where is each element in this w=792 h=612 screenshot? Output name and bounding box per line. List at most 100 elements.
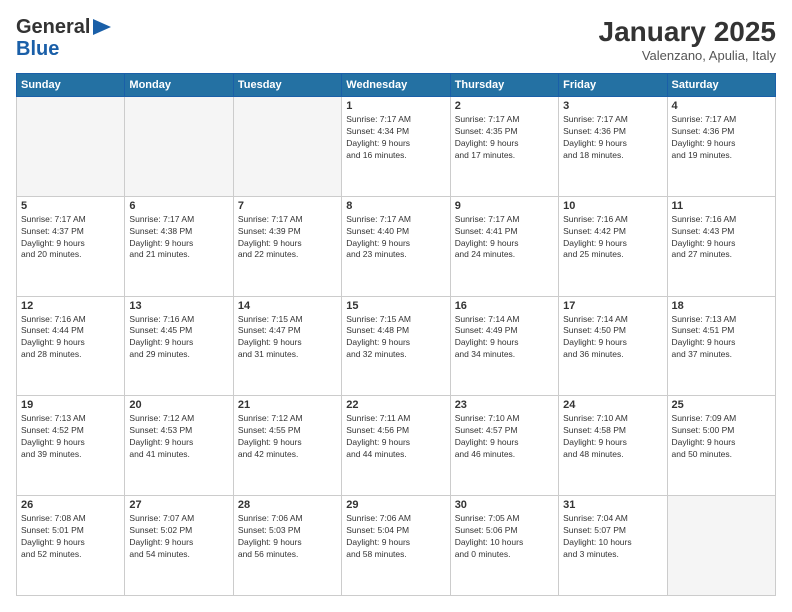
sunset-info: Sunset: 4:38 PM xyxy=(129,226,192,236)
minutes-info: and 42 minutes. xyxy=(238,449,298,459)
minutes-info: and 0 minutes. xyxy=(455,549,511,559)
calendar-cell-w3-d3: 14Sunrise: 7:15 AMSunset: 4:47 PMDayligh… xyxy=(233,296,341,396)
sunrise-info: Sunrise: 7:16 AM xyxy=(563,214,628,224)
sunrise-info: Sunrise: 7:08 AM xyxy=(21,513,86,523)
sunrise-info: Sunrise: 7:14 AM xyxy=(563,314,628,324)
daylight-hours: Daylight: 9 hours xyxy=(21,238,85,248)
day-info: Sunrise: 7:08 AMSunset: 5:01 PMDaylight:… xyxy=(21,513,120,561)
day-number: 3 xyxy=(563,100,662,112)
sunset-info: Sunset: 4:41 PM xyxy=(455,226,518,236)
calendar-cell-w5-d2: 27Sunrise: 7:07 AMSunset: 5:02 PMDayligh… xyxy=(125,496,233,596)
logo-blue-text: Blue xyxy=(16,38,111,60)
day-number: 28 xyxy=(238,499,337,511)
sunset-info: Sunset: 4:55 PM xyxy=(238,425,301,435)
col-monday: Monday xyxy=(125,74,233,97)
day-number: 15 xyxy=(346,300,445,312)
sunset-info: Sunset: 4:45 PM xyxy=(129,325,192,335)
day-info: Sunrise: 7:10 AMSunset: 4:58 PMDaylight:… xyxy=(563,413,662,461)
daylight-hours: Daylight: 9 hours xyxy=(563,138,627,148)
sunrise-info: Sunrise: 7:15 AM xyxy=(238,314,303,324)
calendar-cell-w3-d2: 13Sunrise: 7:16 AMSunset: 4:45 PMDayligh… xyxy=(125,296,233,396)
sunrise-info: Sunrise: 7:06 AM xyxy=(346,513,411,523)
sunrise-info: Sunrise: 7:15 AM xyxy=(346,314,411,324)
minutes-info: and 44 minutes. xyxy=(346,449,406,459)
calendar-cell-w2-d4: 8Sunrise: 7:17 AMSunset: 4:40 PMDaylight… xyxy=(342,196,450,296)
calendar-cell-w3-d6: 17Sunrise: 7:14 AMSunset: 4:50 PMDayligh… xyxy=(559,296,667,396)
calendar-cell-w4-d1: 19Sunrise: 7:13 AMSunset: 4:52 PMDayligh… xyxy=(17,396,125,496)
minutes-info: and 20 minutes. xyxy=(21,249,81,259)
day-info: Sunrise: 7:17 AMSunset: 4:39 PMDaylight:… xyxy=(238,214,337,262)
daylight-hours: Daylight: 9 hours xyxy=(21,437,85,447)
sunrise-info: Sunrise: 7:05 AM xyxy=(455,513,520,523)
calendar-cell-w1-d1 xyxy=(17,97,125,197)
day-number: 24 xyxy=(563,399,662,411)
calendar-cell-w3-d1: 12Sunrise: 7:16 AMSunset: 4:44 PMDayligh… xyxy=(17,296,125,396)
sunset-info: Sunset: 4:34 PM xyxy=(346,126,409,136)
day-info: Sunrise: 7:14 AMSunset: 4:49 PMDaylight:… xyxy=(455,314,554,362)
daylight-hours: Daylight: 9 hours xyxy=(129,537,193,547)
col-sunday: Sunday xyxy=(17,74,125,97)
sunrise-info: Sunrise: 7:11 AM xyxy=(346,413,410,423)
minutes-info: and 52 minutes. xyxy=(21,549,81,559)
col-saturday: Saturday xyxy=(667,74,775,97)
day-number: 8 xyxy=(346,200,445,212)
sunset-info: Sunset: 4:42 PM xyxy=(563,226,626,236)
day-number: 30 xyxy=(455,499,554,511)
day-number: 26 xyxy=(21,499,120,511)
sunset-info: Sunset: 4:56 PM xyxy=(346,425,409,435)
day-info: Sunrise: 7:16 AMSunset: 4:45 PMDaylight:… xyxy=(129,314,228,362)
sunset-info: Sunset: 5:04 PM xyxy=(346,525,409,535)
col-wednesday: Wednesday xyxy=(342,74,450,97)
sunrise-info: Sunrise: 7:17 AM xyxy=(21,214,86,224)
logo-arrow-icon xyxy=(93,19,111,35)
daylight-hours: Daylight: 9 hours xyxy=(129,437,193,447)
minutes-info: and 32 minutes. xyxy=(346,349,406,359)
sunrise-info: Sunrise: 7:07 AM xyxy=(129,513,194,523)
col-friday: Friday xyxy=(559,74,667,97)
day-info: Sunrise: 7:15 AMSunset: 4:47 PMDaylight:… xyxy=(238,314,337,362)
calendar-cell-w2-d7: 11 Sunrise: 7:16 AMSunset: 4:43 PMDayligh… xyxy=(667,196,775,296)
day-number: 11 xyxy=(672,200,771,212)
calendar-cell-w1-d5: 2Sunrise: 7:17 AMSunset: 4:35 PMDaylight… xyxy=(450,97,558,197)
calendar-header-row: Sunday Monday Tuesday Wednesday Thursday… xyxy=(17,74,776,97)
calendar-cell-w4-d6: 24 Sunrise: 7:10 AMSunset: 4:58 PMDayligh… xyxy=(559,396,667,496)
calendar-cell-w3-d7: 18Sunrise: 7:13 AMSunset: 4:51 PMDayligh… xyxy=(667,296,775,396)
sunrise-info: Sunrise: 7:10 AM xyxy=(563,413,628,423)
sunset-info: Sunset: 4:35 PM xyxy=(455,126,518,136)
day-number: 29 xyxy=(346,499,445,511)
daylight-hours: Daylight: 9 hours xyxy=(346,238,410,248)
minutes-info: and 19 minutes. xyxy=(672,150,732,160)
minutes-info: and 23 minutes. xyxy=(346,249,406,259)
day-info: Sunrise: 7:16 AMSunset: 4:43 PMDaylight:… xyxy=(672,214,771,262)
sunset-info: Sunset: 4:36 PM xyxy=(672,126,735,136)
sunset-info: Sunset: 5:07 PM xyxy=(563,525,626,535)
minutes-info: and 28 minutes. xyxy=(21,349,81,359)
daylight-hours: Daylight: 9 hours xyxy=(346,537,410,547)
day-info: Sunrise: 7:13 AMSunset: 4:51 PMDaylight:… xyxy=(672,314,771,362)
calendar-table: Sunday Monday Tuesday Wednesday Thursday… xyxy=(16,73,776,596)
daylight-hours: Daylight: 9 hours xyxy=(672,238,736,248)
sunrise-info: Sunrise: 7:13 AM xyxy=(21,413,86,423)
sunrise-info: Sunrise: 7:17 AM xyxy=(563,114,628,124)
calendar-cell-w2-d2: 6Sunrise: 7:17 AMSunset: 4:38 PMDaylight… xyxy=(125,196,233,296)
sunset-info: Sunset: 4:43 PM xyxy=(672,226,735,236)
sunrise-info: Sunrise: 7:17 AM xyxy=(346,214,411,224)
calendar-cell-w1-d3 xyxy=(233,97,341,197)
sunset-info: Sunset: 4:36 PM xyxy=(563,126,626,136)
day-info: Sunrise: 7:17 AMSunset: 4:38 PMDaylight:… xyxy=(129,214,228,262)
calendar-cell-w5-d7 xyxy=(667,496,775,596)
sunrise-info: Sunrise: 7:06 AM xyxy=(238,513,303,523)
daylight-hours: Daylight: 9 hours xyxy=(563,337,627,347)
day-number: 20 xyxy=(129,399,228,411)
sunrise-info: Sunrise: 7:17 AM xyxy=(455,114,520,124)
col-tuesday: Tuesday xyxy=(233,74,341,97)
day-number: 22 xyxy=(346,399,445,411)
sunrise-info: Sunrise: 7:17 AM xyxy=(672,114,737,124)
day-info: Sunrise: 7:15 AMSunset: 4:48 PMDaylight:… xyxy=(346,314,445,362)
day-number: 19 xyxy=(21,399,120,411)
minutes-info: and 31 minutes. xyxy=(238,349,298,359)
minutes-info: and 16 minutes. xyxy=(346,150,406,160)
calendar-week-4: 19Sunrise: 7:13 AMSunset: 4:52 PMDayligh… xyxy=(17,396,776,496)
day-info: Sunrise: 7:09 AMSunset: 5:00 PMDaylight:… xyxy=(672,413,771,461)
sunrise-info: Sunrise: 7:16 AM xyxy=(129,314,194,324)
